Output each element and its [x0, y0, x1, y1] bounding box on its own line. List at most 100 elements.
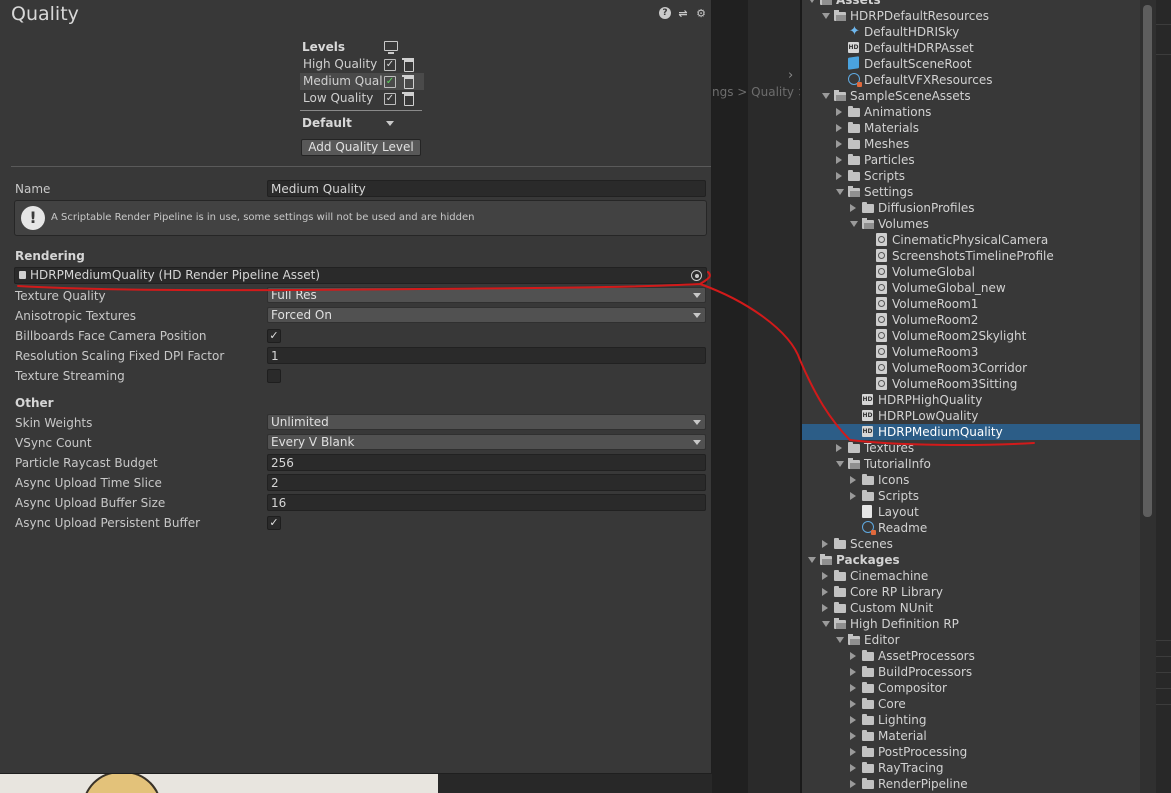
raycast-budget-field[interactable]: 256 [267, 454, 706, 471]
level-name[interactable]: High Quality [303, 56, 383, 73]
sliders-icon[interactable]: ⇌ [677, 7, 689, 20]
expand-right-icon[interactable] [822, 572, 828, 580]
level-row-medium[interactable]: Medium Quali ✓ [300, 73, 424, 90]
anisotropic-dropdown[interactable]: Forced On [267, 307, 706, 323]
tree-item[interactable]: SampleSceneAssets [802, 88, 1140, 104]
tree-item[interactable]: BuildProcessors [802, 664, 1140, 680]
tree-item[interactable]: Compositor [802, 680, 1140, 696]
tree-item[interactable]: Animations [802, 104, 1140, 120]
tree-item[interactable]: TutorialInfo [802, 456, 1140, 472]
texture-streaming-checkbox[interactable] [267, 369, 281, 383]
expand-right-icon[interactable] [850, 684, 856, 692]
expand-right-icon[interactable] [822, 588, 828, 596]
expand-right-icon[interactable] [850, 492, 856, 500]
expand-down-icon[interactable] [808, 557, 816, 563]
tree-item[interactable]: VolumeRoom3Corridor [802, 360, 1140, 376]
expand-right-icon[interactable] [850, 700, 856, 708]
texture-quality-dropdown[interactable]: Full Res [267, 287, 706, 303]
persistent-buffer-checkbox[interactable]: ✓ [267, 516, 281, 530]
expand-right-icon[interactable] [850, 652, 856, 660]
tree-item[interactable]: ScreenshotsTimelineProfile [802, 248, 1140, 264]
tree-item[interactable]: DefaultSceneRoot [802, 56, 1140, 72]
tree-item[interactable]: PostProcessing [802, 744, 1140, 760]
tree-item[interactable]: Core RP Library [802, 584, 1140, 600]
chevron-right-icon[interactable]: › [788, 68, 793, 83]
tree-item[interactable]: Scripts [802, 168, 1140, 184]
tree-item[interactable]: Packages [802, 552, 1140, 568]
tree-item[interactable]: Materials [802, 120, 1140, 136]
level-row-high[interactable]: High Quality ✓ [300, 56, 424, 73]
billboards-checkbox[interactable]: ✓ [267, 329, 281, 343]
tree-item[interactable]: VolumeRoom2 [802, 312, 1140, 328]
tree-item[interactable]: DiffusionProfiles [802, 200, 1140, 216]
tree-item[interactable]: Scripts [802, 488, 1140, 504]
expand-down-icon[interactable] [836, 189, 844, 195]
tree-item[interactable]: Assets [802, 0, 1140, 8]
add-quality-level-button[interactable]: Add Quality Level [301, 139, 421, 156]
tree-item[interactable]: HD HDRPHighQuality [802, 392, 1140, 408]
tree-item[interactable]: RayTracing [802, 760, 1140, 776]
tree-item[interactable]: Icons [802, 472, 1140, 488]
tree-item[interactable]: High Definition RP [802, 616, 1140, 632]
expand-right-icon[interactable] [850, 764, 856, 772]
expand-right-icon[interactable] [836, 124, 842, 132]
expand-right-icon[interactable] [836, 172, 842, 180]
expand-down-icon[interactable] [808, 0, 816, 3]
tree-item[interactable]: VolumeRoom3 [802, 344, 1140, 360]
expand-right-icon[interactable] [850, 476, 856, 484]
chevron-down-icon[interactable] [386, 121, 394, 126]
level-name[interactable]: Low Quality [303, 90, 383, 107]
expand-right-icon[interactable] [836, 108, 842, 116]
object-picker-icon[interactable] [691, 270, 702, 281]
tree-item[interactable]: VolumeGlobal [802, 264, 1140, 280]
tree-item[interactable]: Particles [802, 152, 1140, 168]
tree-item[interactable]: AssetProcessors [802, 648, 1140, 664]
level-row-low[interactable]: Low Quality ✓ [300, 90, 424, 107]
gear-icon[interactable]: ⚙ [695, 7, 707, 20]
tree-item[interactable]: ✦ DefaultHDRISky [802, 24, 1140, 40]
help-icon[interactable]: ? [659, 7, 671, 19]
tree-item[interactable]: VolumeRoom2Skylight [802, 328, 1140, 344]
expand-right-icon[interactable] [822, 540, 828, 548]
tree-item[interactable]: Scenes [802, 536, 1140, 552]
tree-item[interactable]: RenderPipeline [802, 776, 1140, 792]
name-field[interactable]: Medium Quality [267, 180, 706, 197]
level-enabled-checkbox[interactable]: ✓ [384, 59, 396, 71]
trash-icon[interactable] [402, 75, 414, 89]
expand-right-icon[interactable] [850, 780, 856, 788]
tree-item[interactable]: HD DefaultHDRPAsset [802, 40, 1140, 56]
level-enabled-checkbox[interactable]: ✓ [384, 93, 396, 105]
upload-buffer-size-field[interactable]: 16 [267, 494, 706, 511]
expand-down-icon[interactable] [822, 93, 830, 99]
expand-right-icon[interactable] [850, 204, 856, 212]
dpi-factor-field[interactable]: 1 [267, 347, 706, 364]
tree-item[interactable]: Core [802, 696, 1140, 712]
trash-icon[interactable] [402, 58, 414, 72]
tree-item[interactable]: Cinemachine [802, 568, 1140, 584]
tree-item[interactable]: DefaultVFXResources [802, 72, 1140, 88]
tree-item[interactable]: Settings [802, 184, 1140, 200]
expand-right-icon[interactable] [850, 716, 856, 724]
expand-right-icon[interactable] [850, 668, 856, 676]
level-enabled-checkbox[interactable]: ✓ [384, 76, 396, 88]
tree-item[interactable]: Lighting [802, 712, 1140, 728]
tree-item[interactable]: Editor [802, 632, 1140, 648]
expand-right-icon[interactable] [836, 156, 842, 164]
tree-item[interactable]: Volumes [802, 216, 1140, 232]
tree-item[interactable]: HD HDRPMediumQuality [802, 424, 1140, 440]
expand-down-icon[interactable] [822, 13, 830, 19]
project-scrollbar-thumb[interactable] [1143, 5, 1152, 517]
tree-item[interactable]: Layout [802, 504, 1140, 520]
expand-down-icon[interactable] [850, 221, 858, 227]
upload-time-slice-field[interactable]: 2 [267, 474, 706, 491]
tree-item[interactable]: HD HDRPLowQuality [802, 408, 1140, 424]
tree-item[interactable]: Textures [802, 440, 1140, 456]
tree-item[interactable]: CinematicPhysicalCamera [802, 232, 1140, 248]
expand-down-icon[interactable] [836, 637, 844, 643]
expand-right-icon[interactable] [836, 140, 842, 148]
skin-weights-dropdown[interactable]: Unlimited [267, 414, 706, 430]
tree-item[interactable]: VolumeRoom1 [802, 296, 1140, 312]
level-name[interactable]: Medium Quali [303, 73, 383, 90]
trash-icon[interactable] [402, 92, 414, 106]
default-level-row[interactable]: Default [300, 113, 424, 133]
